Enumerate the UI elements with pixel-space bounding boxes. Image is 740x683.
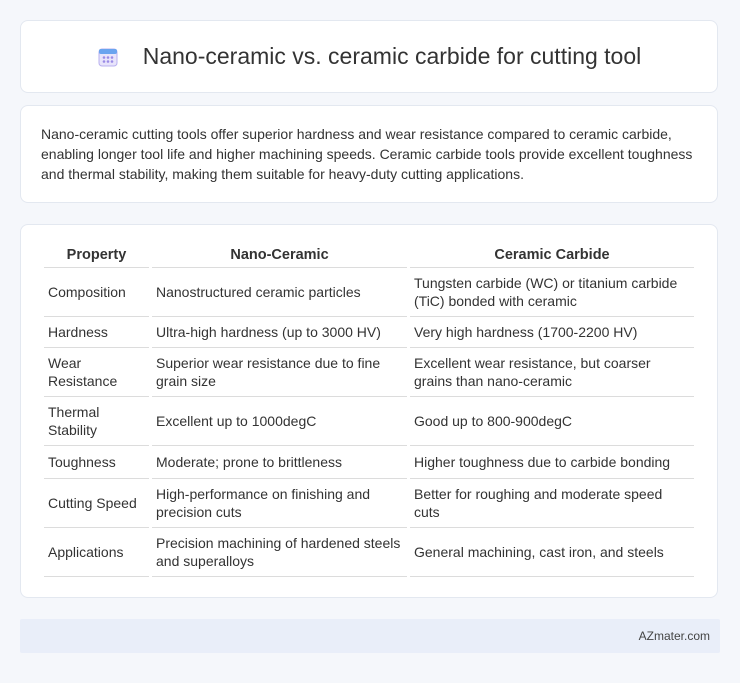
row-nano-ceramic: Ultra-high hardness (up to 3000 HV): [152, 317, 407, 348]
comparison-table-card: Property Nano-Ceramic Ceramic Carbide Co…: [20, 224, 718, 598]
row-ceramic-carbide: Tungsten carbide (WC) or titanium carbid…: [410, 268, 694, 317]
table-row: Composition Nanostructured ceramic parti…: [44, 268, 694, 317]
row-ceramic-carbide: Better for roughing and moderate speed c…: [410, 479, 694, 528]
row-nano-ceramic: Superior wear resistance due to fine gra…: [152, 348, 407, 397]
row-ceramic-carbide: Good up to 800-900degC: [410, 397, 694, 446]
table-row: Cutting Speed High-performance on finish…: [44, 479, 694, 528]
page-title: Nano-ceramic vs. ceramic carbide for cut…: [142, 43, 642, 69]
row-nano-ceramic: High-performance on finishing and precis…: [152, 479, 407, 528]
row-nano-ceramic: Precision machining of hardened steels a…: [152, 528, 407, 577]
row-ceramic-carbide: Higher toughness due to carbide bonding: [410, 446, 694, 479]
table-row: Wear Resistance Superior wear resistance…: [44, 348, 694, 397]
row-property: Toughness: [44, 446, 149, 479]
row-ceramic-carbide: General machining, cast iron, and steels: [410, 528, 694, 577]
table-row: Applications Precision machining of hard…: [44, 528, 694, 577]
comparison-table: Property Nano-Ceramic Ceramic Carbide Co…: [41, 243, 697, 577]
row-nano-ceramic: Moderate; prone to brittleness: [152, 446, 407, 479]
row-nano-ceramic: Excellent up to 1000degC: [152, 397, 407, 446]
header-ceramic-carbide: Ceramic Carbide: [410, 243, 694, 268]
header-nano-ceramic: Nano-Ceramic: [152, 243, 407, 268]
table-header-row: Property Nano-Ceramic Ceramic Carbide: [44, 243, 694, 268]
row-property: Wear Resistance: [44, 348, 149, 397]
footer-brand: AZmater.com: [638, 629, 710, 643]
row-property: Thermal Stability: [44, 397, 149, 446]
row-ceramic-carbide: Very high hardness (1700-2200 HV): [410, 317, 694, 348]
table-row: Thermal Stability Excellent up to 1000de…: [44, 397, 694, 446]
footer: AZmater.com: [20, 619, 720, 653]
row-property: Cutting Speed: [44, 479, 149, 528]
row-property: Composition: [44, 268, 149, 317]
row-nano-ceramic: Nanostructured ceramic particles: [152, 268, 407, 317]
calendar-icon: [97, 46, 119, 68]
summary-card: Nano-ceramic cutting tools offer superio…: [20, 105, 718, 203]
row-property: Applications: [44, 528, 149, 577]
summary-text: Nano-ceramic cutting tools offer superio…: [41, 126, 693, 182]
table-row: Hardness Ultra-high hardness (up to 3000…: [44, 317, 694, 348]
header-property: Property: [44, 243, 149, 268]
row-ceramic-carbide: Excellent wear resistance, but coarser g…: [410, 348, 694, 397]
table-row: Toughness Moderate; prone to brittleness…: [44, 446, 694, 479]
row-property: Hardness: [44, 317, 149, 348]
title-card: Nano-ceramic vs. ceramic carbide for cut…: [20, 20, 718, 93]
